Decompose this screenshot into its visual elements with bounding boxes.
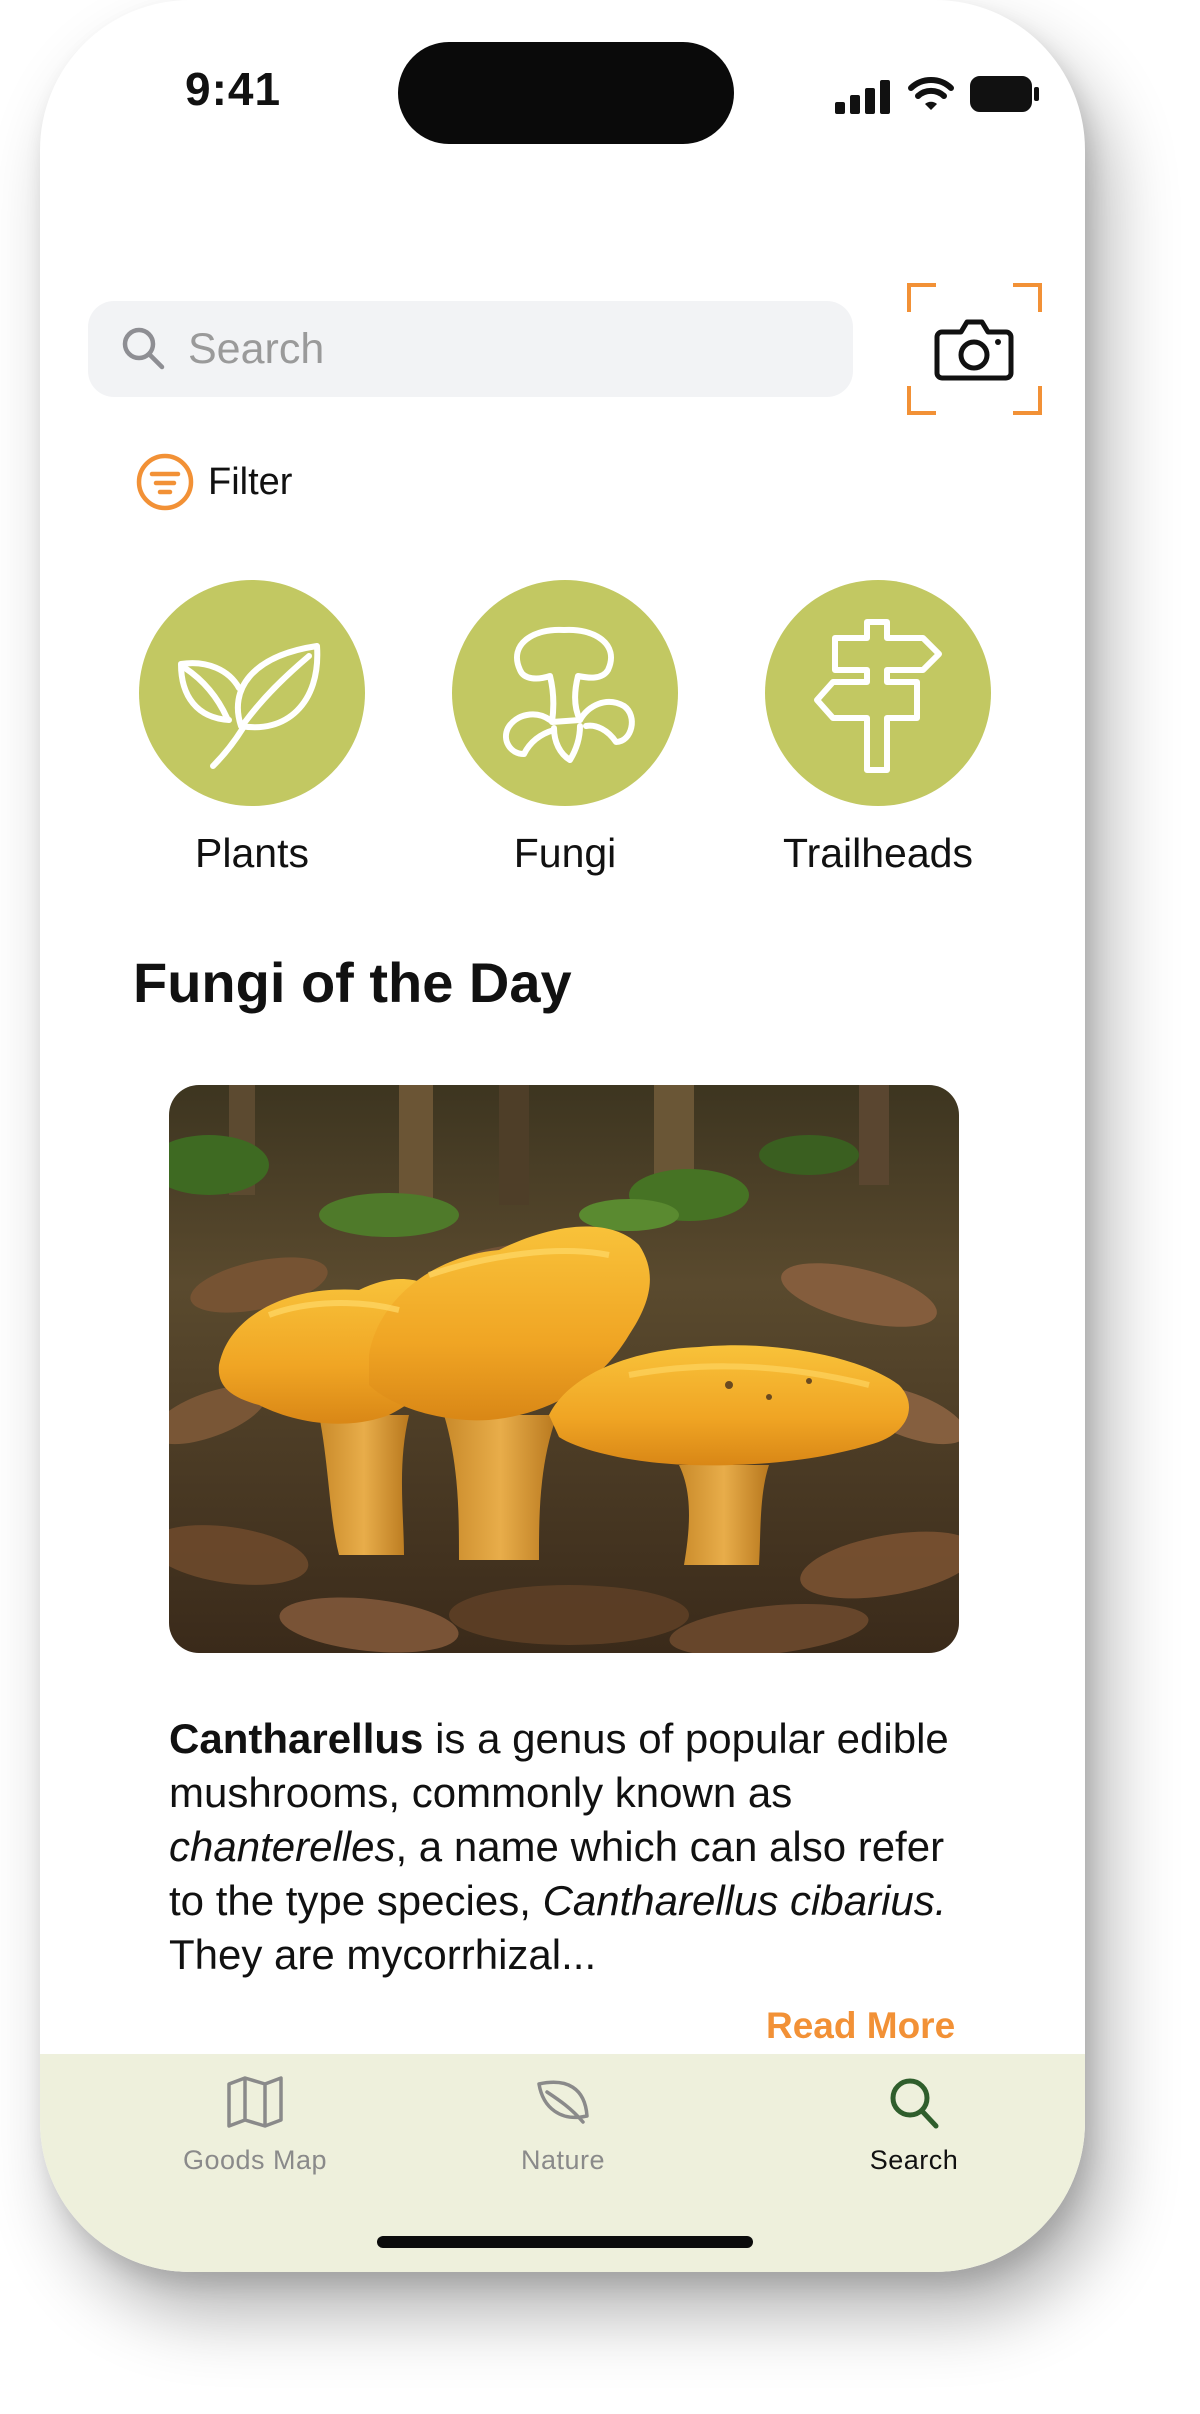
- category-plants-circle: [139, 580, 365, 806]
- wifi-icon: [908, 77, 954, 110]
- leaf-outline-icon: [537, 2080, 589, 2124]
- tab-search[interactable]: Search: [784, 2074, 1044, 2176]
- desc-genus-name: Cantharellus: [169, 1715, 424, 1762]
- desc-common-name: chanterelles: [169, 1823, 396, 1870]
- category-plants[interactable]: Plants: [137, 580, 367, 877]
- read-more-link[interactable]: Read More: [766, 2005, 955, 2047]
- category-plants-label: Plants: [195, 830, 309, 876]
- filter-label: Filter: [208, 460, 293, 503]
- category-fungi-label: Fungi: [513, 830, 617, 876]
- desc-species-name: Cantharellus cibarius.: [542, 1877, 947, 1924]
- category-fungi[interactable]: Fungi: [450, 580, 680, 877]
- phone-frame: 9:41 Search Filter Plants Fungi Trailhea…: [40, 0, 1085, 2272]
- filter-icon: [136, 453, 194, 511]
- category-fungi-circle: [452, 580, 678, 806]
- fungi-description: Cantharellus is a genus of popular edibl…: [169, 1712, 989, 1982]
- desc-text-3: They are mycorrhizal...: [169, 1931, 597, 1978]
- category-trailheads[interactable]: Trailheads: [763, 580, 993, 877]
- camera-scan-button[interactable]: [906, 282, 1043, 416]
- section-heading: Fungi of the Day: [133, 951, 572, 1014]
- battery-icon: [970, 76, 1039, 112]
- dynamic-island: [398, 42, 734, 144]
- mushroom-icon: [503, 626, 635, 763]
- search-input[interactable]: [188, 301, 828, 397]
- tab-goods-map[interactable]: Goods Map: [125, 2074, 385, 2176]
- camera-icon: [934, 319, 1014, 381]
- tab-nature[interactable]: Nature: [433, 2074, 693, 2176]
- cellular-signal-icon: [835, 80, 890, 114]
- search-icon: [890, 2078, 939, 2129]
- chanterelle-mushrooms-photo: [169, 1085, 959, 1653]
- home-indicator: [377, 2236, 753, 2248]
- filter-button[interactable]: Filter: [136, 452, 292, 512]
- tab-nature-label: Nature: [520, 2145, 606, 2175]
- status-time: 9:41: [185, 63, 282, 115]
- map-icon: [227, 2076, 283, 2128]
- category-trailheads-label: Trailheads: [783, 830, 973, 876]
- search-bar[interactable]: [88, 301, 853, 397]
- tab-search-label: Search: [869, 2145, 959, 2175]
- category-trailheads-circle: [765, 580, 991, 806]
- signpost-icon: [814, 619, 942, 773]
- tab-goods-map-label: Goods Map: [182, 2145, 328, 2175]
- leaf-icon: [178, 643, 321, 769]
- search-icon: [122, 327, 165, 370]
